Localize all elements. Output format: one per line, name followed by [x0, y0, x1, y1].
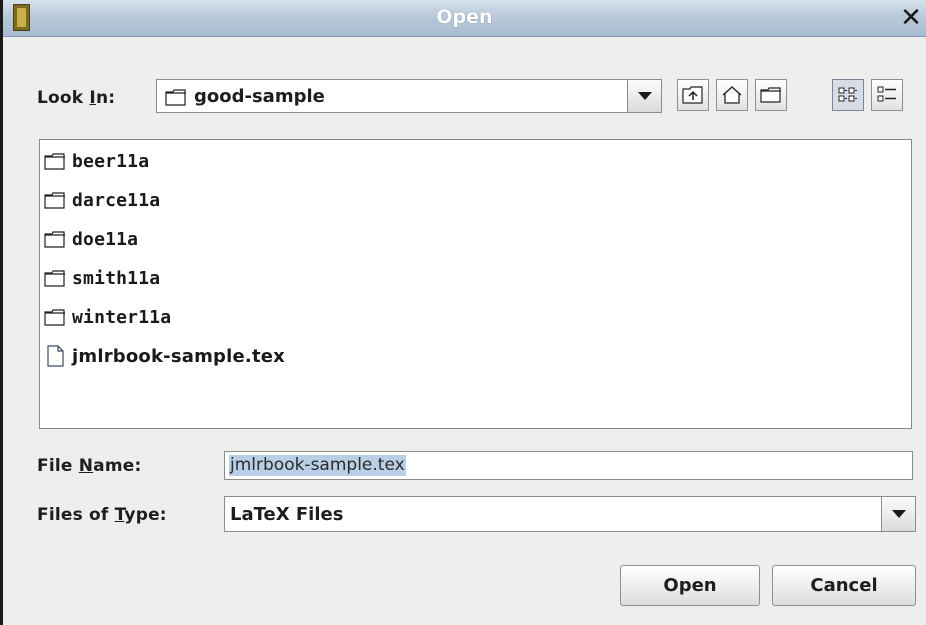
list-item[interactable]: winter11a: [44, 302, 171, 332]
list-item-label: jmlrbook-sample.tex: [72, 345, 285, 367]
list-view-icon: [838, 87, 857, 102]
chevron-down-icon[interactable]: [881, 497, 915, 531]
folder-icon: [44, 191, 65, 209]
list-item[interactable]: darce11a: [44, 185, 160, 215]
file-icon: [47, 345, 64, 367]
file-type-value: LaTeX Files: [230, 504, 344, 525]
list-item[interactable]: doe11a: [44, 224, 138, 254]
file-type-combo[interactable]: LaTeX Files: [224, 496, 916, 532]
file-name-label: File Name:: [37, 456, 142, 476]
list-item-label: beer11a: [72, 150, 150, 172]
list-item-label: winter11a: [72, 306, 172, 328]
details-view-button[interactable]: [871, 79, 903, 111]
home-icon: [722, 86, 742, 104]
look-in-combo[interactable]: good-sample: [156, 79, 662, 113]
list-item[interactable]: jmlrbook-sample.tex: [44, 341, 285, 371]
folder-icon: [44, 152, 65, 170]
cancel-button[interactable]: Cancel: [772, 565, 916, 606]
file-name-value: jmlrbook-sample.tex: [229, 455, 406, 476]
look-in-label: Look In:: [37, 88, 116, 108]
list-item-label: doe11a: [72, 228, 139, 250]
open-button[interactable]: Open: [620, 565, 760, 606]
title-bar[interactable]: Open ✕: [3, 0, 926, 37]
list-item-label: darce11a: [72, 189, 161, 211]
list-item[interactable]: beer11a: [44, 146, 149, 176]
file-list[interactable]: beer11a darce11a doe11a smith11a winter1…: [39, 139, 912, 429]
up-one-level-button[interactable]: [677, 79, 709, 111]
new-folder-button[interactable]: [755, 79, 787, 111]
window-title: Open: [436, 6, 493, 28]
folder-icon: [165, 89, 186, 106]
list-item[interactable]: smith11a: [44, 263, 160, 293]
look-in-value: good-sample: [194, 86, 325, 107]
file-type-label: Files of Type:: [37, 505, 167, 525]
list-view-button[interactable]: [832, 79, 864, 111]
open-dialog: Open ✕ Look In: good-sample beer11a darc…: [0, 0, 926, 625]
folder-icon: [44, 230, 65, 248]
chevron-down-icon[interactable]: [627, 80, 661, 112]
folder-icon: [44, 269, 65, 287]
folder-icon: [44, 308, 65, 326]
new-folder-icon: [760, 87, 781, 103]
home-button[interactable]: [716, 79, 748, 111]
list-item-label: smith11a: [72, 267, 161, 289]
up-folder-icon: [682, 86, 703, 104]
details-view-icon: [877, 86, 896, 102]
file-name-input[interactable]: jmlrbook-sample.tex: [224, 451, 913, 480]
close-icon[interactable]: ✕: [898, 4, 924, 32]
